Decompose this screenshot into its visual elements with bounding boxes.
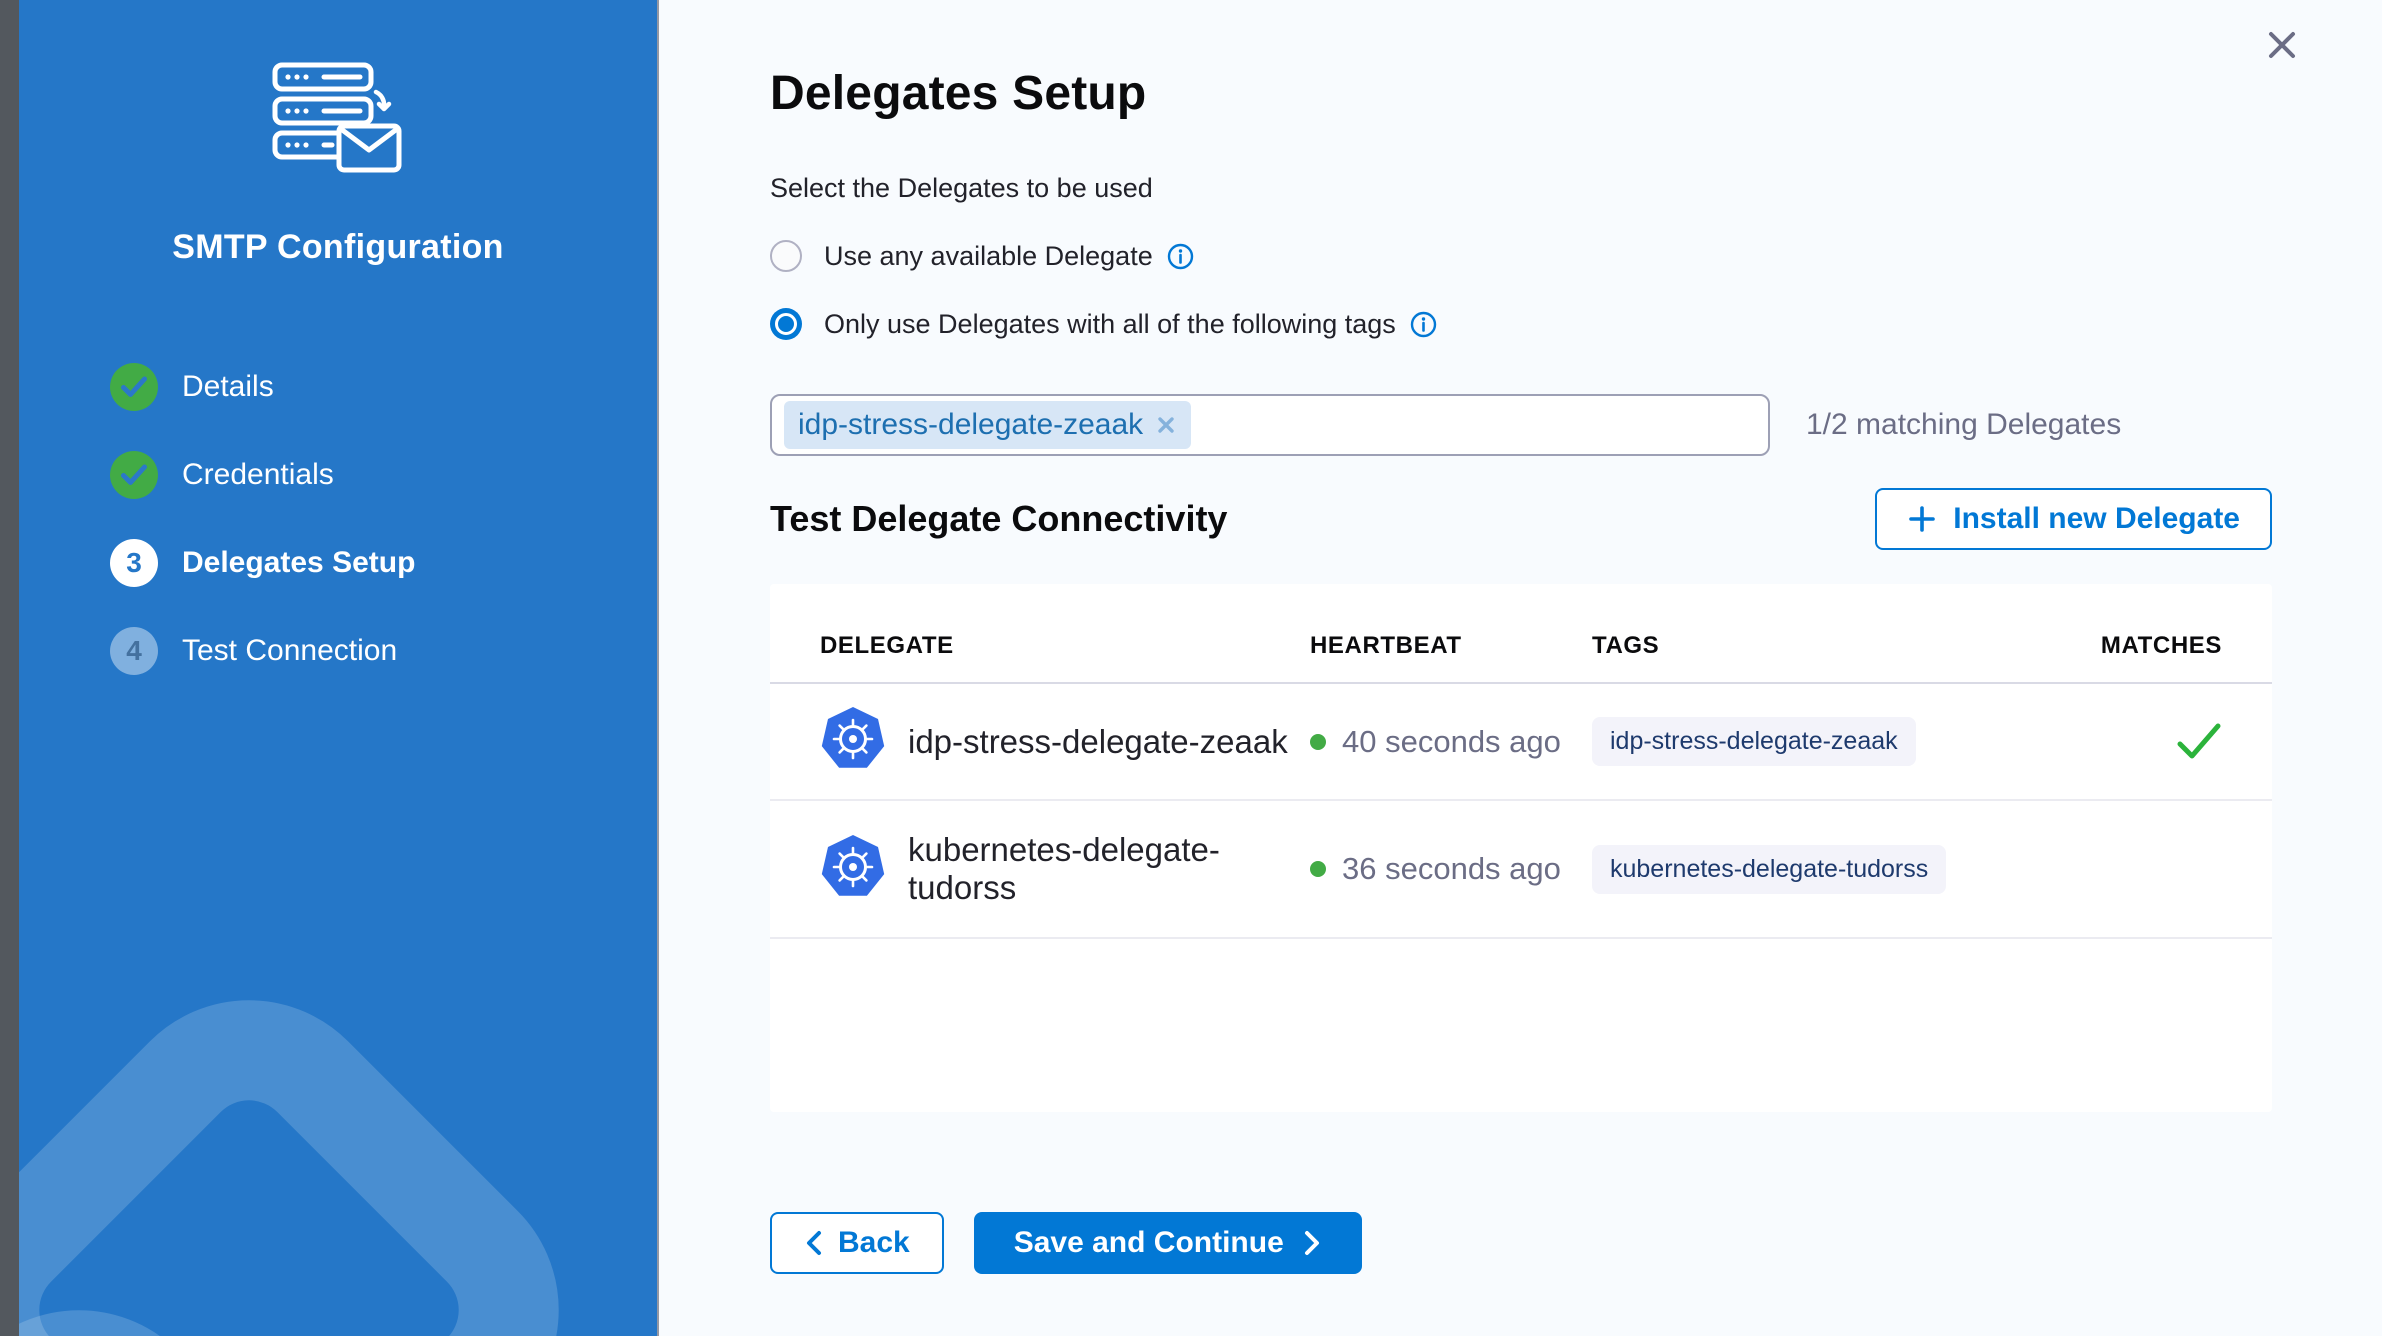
wizard-title: SMTP Configuration: [19, 228, 657, 267]
col-header-matches: MATCHES: [2100, 632, 2222, 660]
smtp-configuration-modal: SMTP Configuration Details Credentials 3: [0, 0, 2382, 1336]
chevron-right-icon: [1302, 1230, 1322, 1256]
delegate-tags-input[interactable]: idp-stress-delegate-zeaak: [770, 394, 1770, 456]
plus-icon: [1907, 504, 1937, 534]
wizard-steps: Details Credentials 3 Delegates Setup 4 …: [19, 363, 657, 675]
col-header-tags: TAGS: [1592, 632, 2100, 660]
heartbeat-time: 40 seconds ago: [1342, 724, 1561, 760]
step-details[interactable]: Details: [110, 363, 657, 411]
delegate-name: kubernetes-delegate-tudorss: [908, 831, 1310, 907]
delegate-tag-pill: kubernetes-delegate-tudorss: [1592, 845, 1946, 894]
delegate-selection-radio-group: Use any available Delegate Only use Dele…: [770, 238, 2272, 342]
step-delegates-setup[interactable]: 3 Delegates Setup: [110, 539, 657, 587]
radio-selected-icon[interactable]: [770, 308, 802, 340]
table-row[interactable]: idp-stress-delegate-zeaak 40 seconds ago…: [770, 684, 2272, 801]
kubernetes-icon: [820, 834, 886, 905]
table-header-row: DELEGATE HEARTBEAT TAGS MATCHES: [770, 584, 2272, 684]
step-number-badge: 3: [110, 539, 158, 587]
delegates-table: DELEGATE HEARTBEAT TAGS MATCHES: [770, 584, 2272, 1112]
page-subtitle: Select the Delegates to be used: [770, 173, 2272, 204]
kubernetes-icon: [820, 706, 886, 777]
delegates-setup-panel: Delegates Setup Select the Delegates to …: [659, 0, 2382, 1336]
delegate-name: idp-stress-delegate-zeaak: [908, 723, 1288, 761]
wizard-sidebar: SMTP Configuration Details Credentials 3: [19, 0, 659, 1336]
step-label: Delegates Setup: [182, 546, 415, 580]
step-done-check-icon: [110, 363, 158, 411]
radio-unselected-icon[interactable]: [770, 240, 802, 272]
back-button[interactable]: Back: [770, 1212, 944, 1274]
smtp-servers-mail-icon: [19, 0, 657, 174]
remove-tag-icon[interactable]: [1155, 414, 1177, 436]
heartbeat-status-dot: [1310, 734, 1326, 750]
page-title: Delegates Setup: [770, 66, 2272, 121]
tag-chip: idp-stress-delegate-zeaak: [784, 401, 1191, 449]
step-label: Details: [182, 370, 274, 404]
brand-watermark: [19, 942, 617, 1336]
tag-chip-label: idp-stress-delegate-zeaak: [798, 408, 1143, 442]
wizard-footer: Back Save and Continue: [770, 1212, 2272, 1274]
info-icon[interactable]: [1167, 243, 1194, 270]
step-label: Credentials: [182, 458, 334, 492]
radio-label: Only use Delegates with all of the follo…: [824, 309, 1396, 340]
heartbeat-status-dot: [1310, 861, 1326, 877]
col-header-heartbeat: HEARTBEAT: [1310, 632, 1592, 660]
chevron-left-icon: [804, 1230, 824, 1256]
info-icon[interactable]: [1410, 311, 1437, 338]
table-row[interactable]: kubernetes-delegate-tudorss 36 seconds a…: [770, 801, 2272, 939]
matches-check-icon: [2176, 722, 2222, 762]
radio-label: Use any available Delegate: [824, 241, 1153, 272]
close-icon[interactable]: [2262, 25, 2302, 65]
radio-any-delegate[interactable]: Use any available Delegate: [770, 238, 2272, 274]
radio-delegates-with-tags[interactable]: Only use Delegates with all of the follo…: [770, 306, 2272, 342]
step-done-check-icon: [110, 451, 158, 499]
delegate-tag-pill: idp-stress-delegate-zeaak: [1592, 717, 1916, 766]
step-number-badge: 4: [110, 627, 158, 675]
matching-delegates-count: 1/2 matching Delegates: [1806, 408, 2121, 442]
step-test-connection[interactable]: 4 Test Connection: [110, 627, 657, 675]
app-background-edge: [0, 0, 19, 1336]
section-title: Test Delegate Connectivity: [770, 498, 1227, 540]
heartbeat-time: 36 seconds ago: [1342, 851, 1561, 887]
step-label: Test Connection: [182, 634, 397, 668]
save-and-continue-button[interactable]: Save and Continue: [974, 1212, 1362, 1274]
step-credentials[interactable]: Credentials: [110, 451, 657, 499]
col-header-delegate: DELEGATE: [820, 632, 1310, 660]
install-new-delegate-button[interactable]: Install new Delegate: [1875, 488, 2272, 550]
